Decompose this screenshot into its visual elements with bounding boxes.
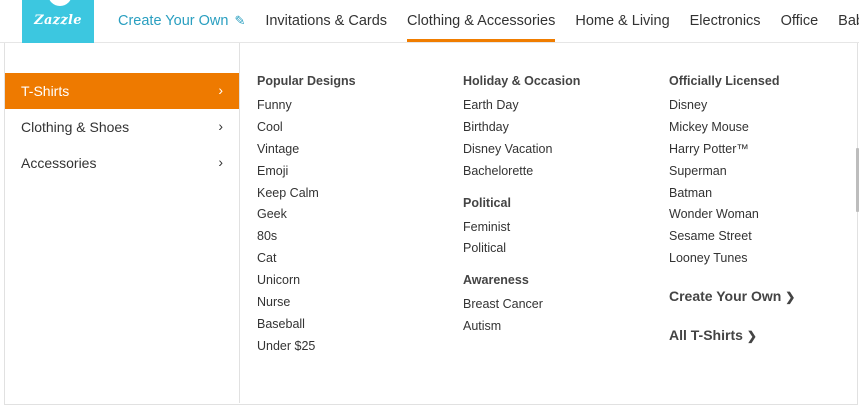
menu-link[interactable]: Disney (669, 95, 795, 117)
logo-circle (48, 0, 72, 6)
menu-link[interactable]: Wonder Woman (669, 204, 795, 226)
menu-link[interactable]: Superman (669, 161, 795, 183)
menu-link[interactable]: Disney Vacation (463, 139, 580, 161)
menu-link[interactable]: Breast Cancer (463, 294, 580, 316)
nav-invitations-cards[interactable]: Invitations & Cards (265, 0, 387, 42)
create-your-own-link[interactable]: Create Your Own ❯ (669, 286, 795, 306)
menu-link[interactable]: Geek (257, 204, 356, 226)
mega-menu-panel: T-Shirts › Clothing & Shoes › Accessorie… (4, 43, 858, 405)
nav-create-label: Create Your Own (118, 13, 229, 29)
menu-link[interactable]: Harry Potter™ (669, 139, 795, 161)
logo-text: Zazzle (34, 13, 82, 28)
all-t-shirts-link[interactable]: All T-Shirts ❯ (669, 325, 795, 345)
menu-link[interactable]: Nurse (257, 292, 356, 314)
menu-link[interactable]: Baseball (257, 314, 356, 336)
main-nav: Create Your Own ✎ Invitations & Cards Cl… (118, 0, 859, 43)
nav-home-living[interactable]: Home & Living (575, 0, 669, 42)
zazzle-logo[interactable]: Zazzle (22, 0, 94, 48)
create-your-own-label: Create Your Own (669, 288, 782, 305)
column-heading: Holiday & Occasion (463, 74, 581, 88)
menu-link[interactable]: Sesame Street (669, 226, 795, 248)
category-label: T-Shirts (21, 83, 70, 99)
nav-create-your-own[interactable]: Create Your Own ✎ (118, 0, 245, 42)
menu-link[interactable]: Cat (257, 248, 356, 270)
menu-link[interactable]: 80s (257, 226, 356, 248)
top-navigation-bar: Zazzle Create Your Own ✎ Invitations & C… (0, 0, 859, 48)
menu-link[interactable]: Earth Day (463, 95, 580, 117)
category-t-shirts[interactable]: T-Shirts › (5, 73, 239, 109)
menu-link[interactable]: Vintage (257, 139, 356, 161)
menu-link[interactable]: Looney Tunes (669, 248, 795, 270)
popular-designs-column: Popular Designs Funny Cool Vintage Emoji… (257, 73, 356, 358)
menu-link[interactable]: Under $25 (257, 336, 356, 358)
menu-link[interactable]: Batman (669, 183, 795, 205)
chevron-right-icon: ❯ (785, 290, 796, 305)
all-t-shirts-label: All T-Shirts (669, 327, 743, 344)
menu-link[interactable]: Keep Calm (257, 183, 356, 205)
category-accessories[interactable]: Accessories › (5, 145, 239, 181)
nav-electronics[interactable]: Electronics (690, 0, 761, 42)
chevron-right-icon: ❯ (746, 329, 757, 344)
menu-link[interactable]: Unicorn (257, 270, 356, 292)
menu-link[interactable]: Birthday (463, 117, 580, 139)
pencil-icon: ✎ (234, 13, 246, 28)
officially-licensed-column: Officially Licensed Disney Mickey Mouse … (669, 73, 795, 345)
category-list: T-Shirts › Clothing & Shoes › Accessorie… (5, 43, 240, 403)
holiday-political-awareness-column: Holiday & Occasion Earth Day Birthday Di… (463, 73, 580, 338)
column-heading: Political (463, 195, 511, 210)
menu-link[interactable]: Political (463, 238, 580, 260)
category-label: Clothing & Shoes (21, 119, 130, 135)
column-heading: Officially Licensed (669, 74, 780, 88)
menu-link[interactable]: Feminist (463, 217, 580, 239)
menu-link[interactable]: Cool (257, 117, 356, 139)
chevron-right-icon: › (218, 118, 223, 134)
menu-link[interactable]: Funny (257, 95, 356, 117)
menu-link[interactable]: Autism (463, 316, 580, 338)
menu-link[interactable]: Mickey Mouse (669, 117, 795, 139)
column-heading: Awareness (463, 273, 529, 288)
menu-link[interactable]: Bachelorette (463, 161, 580, 183)
menu-link[interactable]: Emoji (257, 161, 356, 183)
chevron-right-icon: › (218, 154, 223, 170)
column-heading: Popular Designs (257, 74, 356, 88)
category-label: Accessories (21, 155, 97, 171)
nav-clothing-accessories[interactable]: Clothing & Accessories (407, 0, 556, 42)
nav-office[interactable]: Office (781, 0, 819, 42)
chevron-right-icon: › (218, 82, 223, 98)
nav-baby[interactable]: Baby & (838, 0, 859, 42)
category-clothing-shoes[interactable]: Clothing & Shoes › (5, 109, 239, 145)
